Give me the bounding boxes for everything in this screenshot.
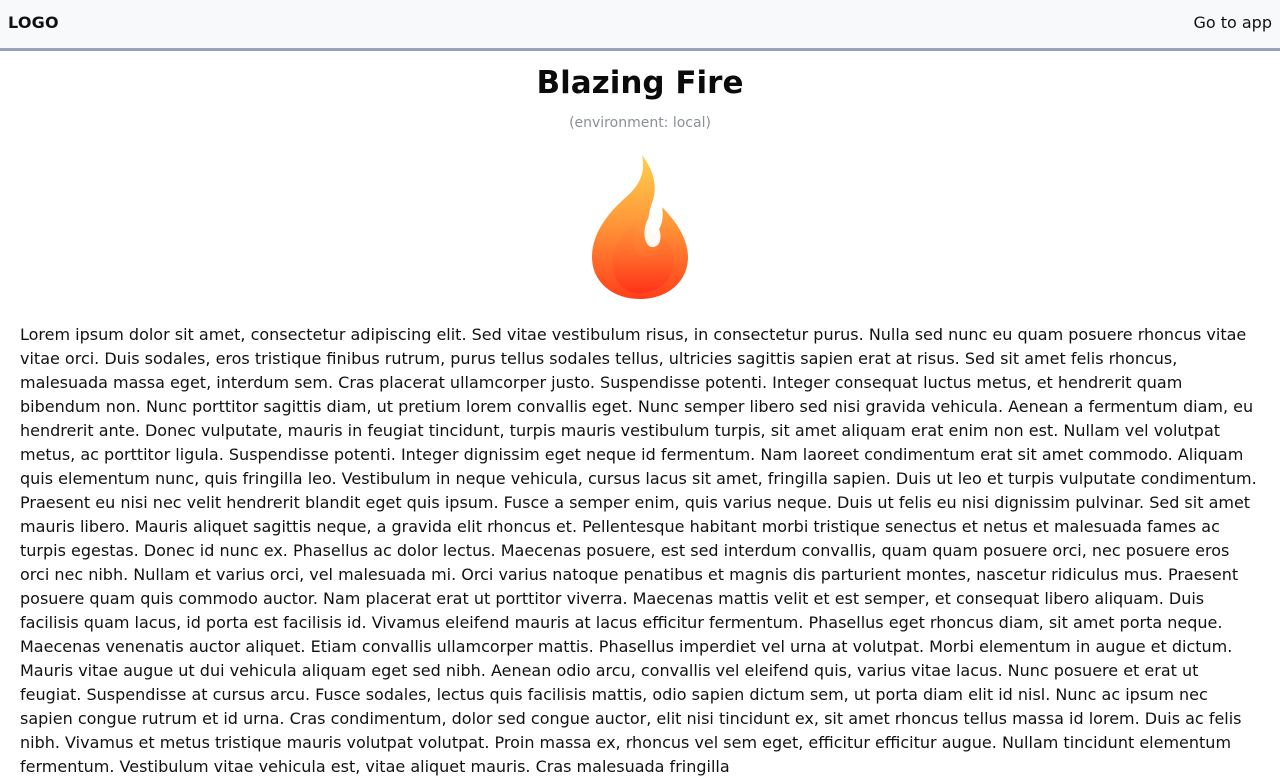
logo[interactable]: LOGO (8, 13, 59, 32)
hero-section: Blazing Fire (environment: local) (0, 51, 1280, 132)
page-title: Blazing Fire (536, 65, 744, 101)
go-to-app-link[interactable]: Go to app (1193, 13, 1272, 32)
flame-icon (592, 155, 688, 299)
body-paragraph: Lorem ipsum dolor sit amet, consectetur … (20, 325, 1257, 776)
top-nav-bar: LOGO Go to app (0, 0, 1280, 51)
environment-label: (environment: local) (569, 115, 711, 131)
